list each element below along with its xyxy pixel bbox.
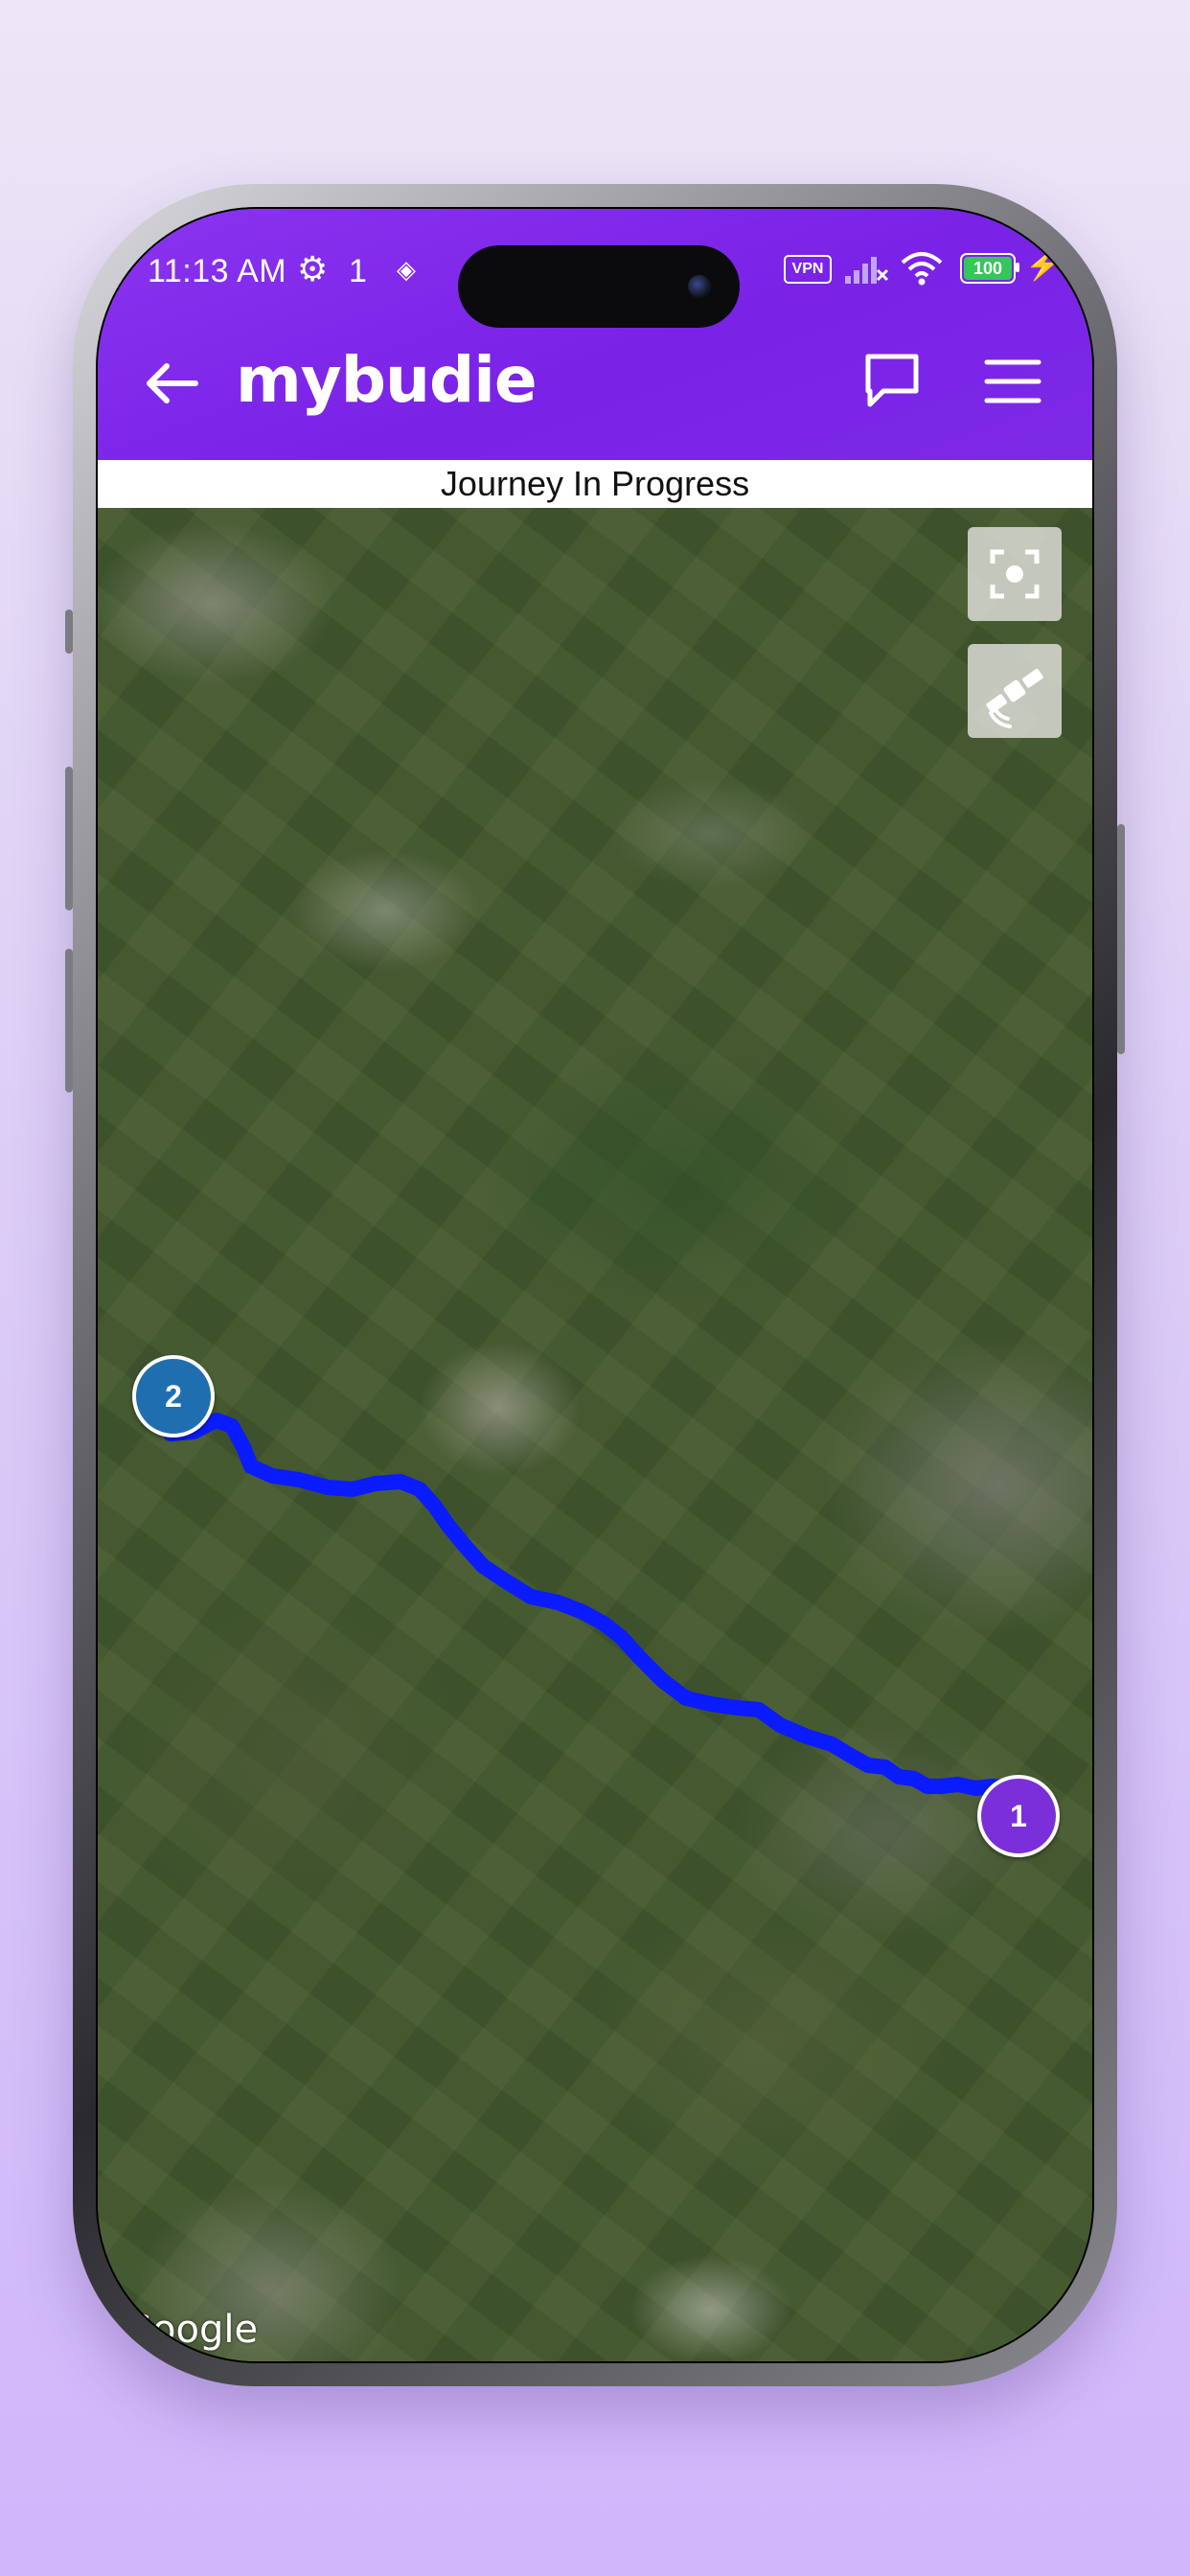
app-logo: mybudie [236, 343, 538, 417]
chat-bubble-icon[interactable] [860, 349, 924, 412]
back-arrow-icon[interactable] [142, 353, 203, 414]
status-time: 11:13 AM [148, 253, 287, 289]
route-path [163, 1413, 1021, 1796]
wifi-icon [901, 252, 943, 286]
settings-gear-icon: ⚙ [297, 249, 329, 288]
satellite-icon [986, 668, 1043, 728]
layers-icon: ◈ [397, 255, 416, 284]
dynamic-island [458, 245, 740, 328]
notification-count: 1 [349, 253, 367, 289]
battery-tip [1016, 263, 1019, 272]
satellite-map[interactable]: 2 1 Google [98, 508, 1092, 2361]
journey-status-banner: Journey In Progress [98, 460, 1092, 508]
cellular-signal-icon [845, 257, 889, 284]
phone-action-button [65, 610, 73, 654]
phone-volume-down-button [65, 949, 73, 1092]
app-screen: 11:13 AM ⚙ 1 ◈ VPN 100 ⚡ mybudie Journey… [98, 209, 1092, 2361]
phone-screen: 11:13 AM ⚙ 1 ◈ VPN 100 ⚡ mybudie Journey… [96, 207, 1094, 2363]
battery-level: 100 [964, 257, 1012, 280]
phone-volume-up-button [65, 767, 73, 910]
map-marker-1[interactable]: 1 [977, 1775, 1060, 1857]
front-camera [688, 275, 711, 298]
crosshair-focus-icon [990, 549, 1040, 599]
satellite-toggle-button[interactable] [968, 644, 1062, 738]
vpn-badge: VPN [784, 255, 832, 284]
battery-icon: 100 [960, 253, 1016, 284]
charging-bolt-icon: ⚡ [1025, 250, 1062, 282]
app-header: 11:13 AM ⚙ 1 ◈ VPN 100 ⚡ mybudie [98, 209, 1092, 460]
google-attribution: Google [123, 2308, 259, 2352]
phone-power-button [1117, 824, 1125, 1054]
map-marker-2[interactable]: 2 [132, 1355, 215, 1438]
recenter-button[interactable] [968, 527, 1062, 621]
hamburger-menu-icon[interactable] [981, 353, 1044, 410]
